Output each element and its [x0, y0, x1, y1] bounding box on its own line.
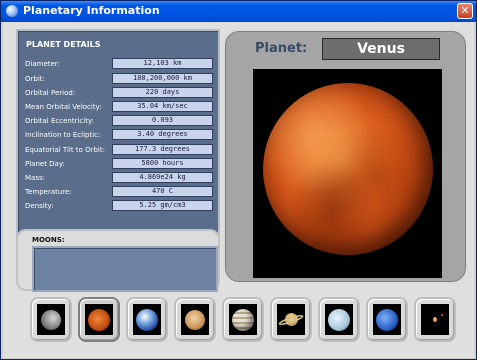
detail-label: Mass:: [25, 174, 45, 182]
moons-list[interactable]: [32, 246, 218, 292]
detail-value: 5.25 gm/cm3: [112, 200, 213, 211]
detail-value: 470 C: [112, 186, 213, 197]
venus-image: [263, 83, 433, 255]
earth-button[interactable]: [126, 297, 168, 342]
planet-selector: [30, 297, 456, 347]
window-title: Planetary Information: [23, 4, 160, 17]
close-button[interactable]: ✕: [457, 3, 473, 19]
planet-details-panel: PLANET DETAILS Diameter: 12,103 km Orbit…: [16, 29, 220, 239]
detail-row-planet-day: Planet Day: 5800 hours: [25, 158, 213, 170]
moons-panel: MOONS:: [16, 229, 220, 292]
venus-icon: [85, 304, 113, 335]
mars-icon: [181, 304, 209, 335]
detail-row-mean-orbital-velocity: Mean Orbital Velocity: 35.04 km/sec: [25, 101, 213, 113]
client-area: PLANET DETAILS Diameter: 12,103 km Orbit…: [3, 22, 474, 358]
detail-value: 0.093: [112, 115, 213, 126]
planet-label: Planet:: [255, 41, 308, 56]
mars-button[interactable]: [174, 297, 216, 342]
details-heading: PLANET DETAILS: [26, 40, 101, 49]
mercury-button[interactable]: [30, 297, 72, 342]
neptune-icon: [373, 304, 401, 335]
detail-value: 12,103 km: [112, 58, 213, 69]
detail-label: Diameter:: [25, 60, 60, 68]
planet-display-panel: Planet: Venus: [223, 29, 468, 284]
jupiter-icon: [229, 304, 257, 335]
mercury-icon: [37, 304, 65, 335]
detail-row-equatorial-tilt: Equatorial Tilt to Orbit: 177.3 degrees: [25, 144, 213, 156]
detail-row-diameter: Diameter: 12,103 km: [25, 58, 213, 70]
detail-row-mass: Mass: 4.869e24 kg: [25, 172, 213, 184]
saturn-button[interactable]: [270, 297, 312, 342]
detail-value: 4.869e24 kg: [112, 172, 213, 183]
detail-label: Inclination to Ecliptic:: [25, 131, 101, 139]
detail-label: Orbital Eccentricity:: [25, 117, 94, 125]
pluto-icon: [421, 304, 449, 335]
detail-label: Temperature:: [25, 188, 72, 196]
title-bar[interactable]: Planetary Information ✕: [1, 1, 476, 22]
detail-label: Orbit:: [25, 75, 45, 83]
detail-label: Density:: [25, 202, 54, 210]
detail-value: 5800 hours: [112, 158, 213, 169]
detail-row-orbital-eccentricity: Orbital Eccentricity: 0.093: [25, 115, 213, 127]
detail-value: 108,200,000 km: [112, 73, 213, 84]
venus-button[interactable]: [78, 297, 120, 342]
detail-label: Planet Day:: [25, 160, 65, 168]
detail-label: Mean Orbital Velocity:: [25, 103, 102, 111]
detail-value: 35.04 km/sec: [112, 101, 213, 112]
planet-name: Venus: [322, 38, 440, 60]
moons-label: MOONS:: [32, 236, 65, 244]
detail-label: Equatorial Tilt to Orbit:: [25, 146, 105, 154]
uranus-icon: [325, 304, 353, 335]
jupiter-button[interactable]: [222, 297, 264, 342]
pluto-button[interactable]: [414, 297, 456, 342]
detail-row-inclination: Inclination to Ecliptic: 3.40 degrees: [25, 129, 213, 141]
detail-value: 177.3 degrees: [112, 144, 213, 155]
app-icon: [6, 5, 18, 17]
planet-image: [253, 69, 442, 278]
detail-label: Orbital Period:: [25, 89, 76, 97]
detail-row-orbital-period: Orbital Period: 220 days: [25, 87, 213, 99]
detail-value: 220 days: [112, 87, 213, 98]
detail-row-orbit: Orbit: 108,200,000 km: [25, 73, 213, 85]
neptune-button[interactable]: [366, 297, 408, 342]
detail-row-temperature: Temperature: 470 C: [25, 186, 213, 198]
detail-value: 3.40 degrees: [112, 129, 213, 140]
uranus-button[interactable]: [318, 297, 360, 342]
saturn-icon: [277, 304, 305, 335]
detail-row-density: Density: 5.25 gm/cm3: [25, 200, 213, 212]
earth-icon: [133, 304, 161, 335]
app-window: Planetary Information ✕ PLANET DETAILS D…: [0, 0, 477, 360]
